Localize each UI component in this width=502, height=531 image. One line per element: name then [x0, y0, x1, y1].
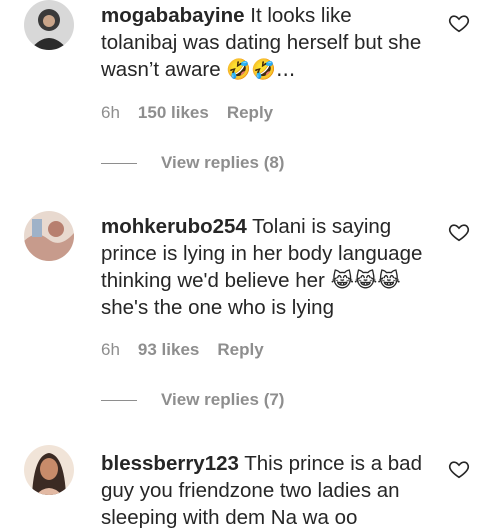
reply-button[interactable]: Reply [227, 103, 273, 123]
view-replies-label: View replies (8) [161, 153, 285, 172]
comment-meta: 6h 93 likes Reply [101, 340, 264, 360]
reply-button[interactable]: Reply [217, 340, 263, 360]
comment-body: mogababayine It looks like tolanibaj was… [101, 2, 431, 83]
comment-username[interactable]: mohkerubo254 [101, 215, 247, 238]
avatar[interactable] [24, 211, 74, 261]
comment-emoji: 🤣🤣... [226, 57, 296, 81]
comment-time: 6h [101, 103, 120, 122]
avatar[interactable] [24, 445, 74, 495]
comment-time: 6h [101, 340, 120, 359]
comment-username[interactable]: mogababayine [101, 4, 245, 27]
comment-body: blessberry123 This prince is a bad guy y… [101, 450, 431, 531]
comment-item: mogababayine It looks like tolanibaj was… [0, 0, 502, 180]
view-replies-button[interactable]: View replies (8) [101, 153, 284, 173]
comment-item: blessberry123 This prince is a bad guy y… [0, 440, 502, 529]
heart-outline-icon[interactable] [448, 221, 470, 243]
comment-likes[interactable]: 150 likes [138, 103, 209, 123]
profile-avatar-icon [24, 445, 74, 495]
comment-item: mohkerubo254 Tolani is saying prince is … [0, 205, 502, 415]
divider-line [101, 399, 137, 401]
profile-avatar-icon [24, 211, 74, 261]
heart-outline-icon[interactable] [448, 12, 470, 34]
divider-line [101, 162, 137, 164]
comment-meta: 6h 150 likes Reply [101, 103, 273, 123]
comment-text-continued: she's the one who is lying [101, 296, 334, 319]
comment-username[interactable]: blessberry123 [101, 452, 239, 475]
avatar[interactable] [24, 0, 74, 50]
comment-emoji: 😹😹😹 [330, 268, 401, 292]
view-replies-button[interactable]: View replies (7) [101, 390, 284, 410]
view-replies-label: View replies (7) [161, 390, 285, 409]
profile-avatar-icon [24, 0, 74, 50]
comment-body: mohkerubo254 Tolani is saying prince is … [101, 213, 431, 321]
comment-likes[interactable]: 93 likes [138, 340, 199, 360]
heart-outline-icon[interactable] [448, 458, 470, 480]
